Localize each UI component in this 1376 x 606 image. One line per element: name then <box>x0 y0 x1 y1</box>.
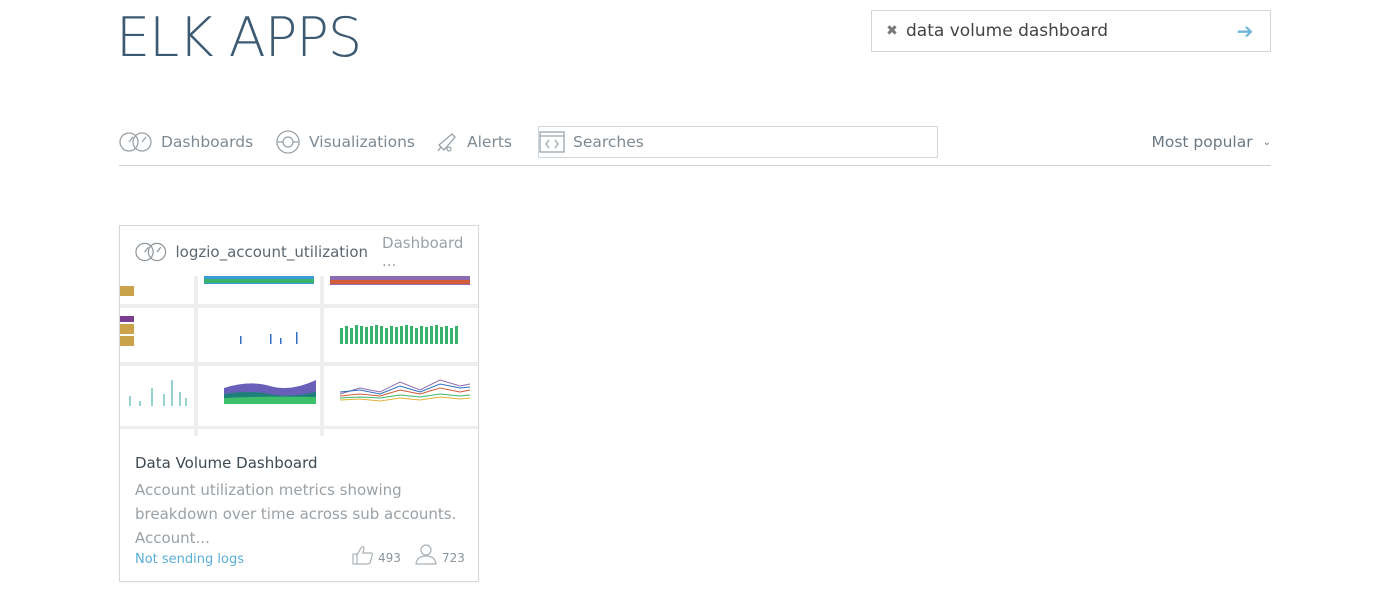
like-button[interactable]: 493 <box>352 544 401 566</box>
dashboard-preview-image <box>120 276 478 436</box>
clear-search-icon[interactable]: ✖ <box>884 23 900 39</box>
status-link[interactable]: Not sending logs <box>135 552 244 567</box>
card-title[interactable]: Data Volume Dashboard <box>135 454 318 472</box>
visualization-icon <box>276 130 300 154</box>
tab-label: Visualizations <box>309 133 415 151</box>
app-title: ELK APPS <box>116 6 362 69</box>
search-input[interactable] <box>906 12 1230 50</box>
dashboard-icon <box>135 242 167 262</box>
tab-label: Searches <box>573 133 644 151</box>
search-box: ✖ ➔ <box>871 10 1271 52</box>
tab-alerts[interactable]: Alerts <box>435 126 512 158</box>
tab-label: Dashboards <box>161 133 254 151</box>
tab-dashboards[interactable]: Dashboards <box>119 126 253 158</box>
chevron-down-icon: ⌄ <box>1262 136 1271 148</box>
dashboard-icon <box>119 132 152 152</box>
app-card[interactable]: logzio_account_utilization Dashboard ... <box>119 225 479 582</box>
app-type: Dashboard ... <box>382 234 464 270</box>
tab-visualizations[interactable]: Visualizations <box>275 126 415 158</box>
user-count: 723 <box>414 542 465 566</box>
sort-label: Most popular <box>1151 133 1253 151</box>
card-description: Account utilization metrics showing brea… <box>135 481 457 547</box>
alert-icon <box>437 133 456 152</box>
tab-label: Alerts <box>467 133 512 151</box>
sort-dropdown[interactable]: Most popular ⌄ <box>1152 126 1272 158</box>
like-count: 493 <box>378 551 401 565</box>
submit-arrow-icon[interactable]: ➔ <box>1230 19 1260 43</box>
user-icon <box>415 544 437 565</box>
tab-searches[interactable]: Searches <box>538 126 938 158</box>
account-name: logzio_account_utilization <box>175 243 369 261</box>
code-icon <box>539 131 565 153</box>
user-count-value: 723 <box>442 551 465 565</box>
category-tabs: Dashboards Visualizations Alerts Searche… <box>119 126 1271 166</box>
thumbs-up-icon <box>352 545 373 565</box>
card-header: logzio_account_utilization Dashboard ... <box>120 226 478 278</box>
